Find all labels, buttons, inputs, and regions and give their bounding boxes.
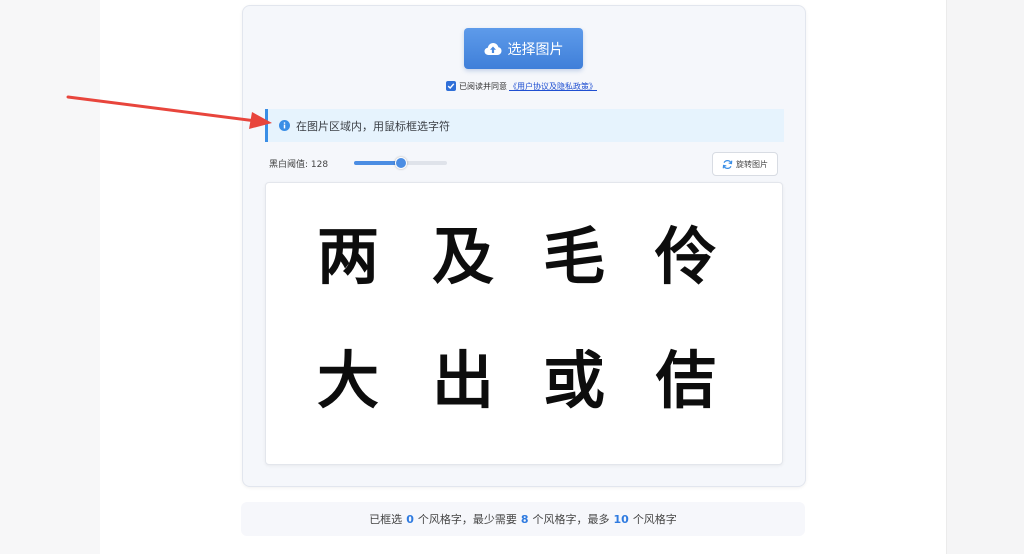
agreement-checkbox[interactable] bbox=[446, 81, 456, 91]
page: 选择图片 已阅读并同意 《用户协议及隐私政策》 在图片区域内，用鼠标框选字符 黑… bbox=[0, 0, 1024, 554]
upload-card: 选择图片 已阅读并同意 《用户协议及隐私政策》 在图片区域内，用鼠标框选字符 黑… bbox=[242, 5, 806, 487]
tip-bar: 在图片区域内，用鼠标框选字符 bbox=[265, 109, 784, 142]
agreement-text: 已阅读并同意 bbox=[459, 81, 507, 91]
right-margin bbox=[946, 0, 1024, 554]
character-glyph: 或 bbox=[542, 344, 605, 417]
min-count: 8 bbox=[520, 512, 529, 526]
character-glyph: 佶 bbox=[654, 344, 717, 417]
status-text: 个风格字 bbox=[632, 513, 677, 526]
character-glyph: 伶 bbox=[654, 220, 717, 293]
select-image-label: 选择图片 bbox=[507, 41, 564, 58]
character-glyph: 两 bbox=[316, 220, 379, 293]
agreement-link[interactable]: 《用户协议及隐私政策》 bbox=[509, 81, 597, 92]
agreement-row: 已阅读并同意 《用户协议及隐私政策》 bbox=[446, 79, 597, 93]
left-margin bbox=[0, 0, 100, 554]
character-glyph: 及 bbox=[431, 220, 494, 293]
character-glyph: 出 bbox=[431, 344, 494, 417]
check-icon bbox=[447, 83, 455, 90]
selected-count: 0 bbox=[406, 512, 414, 526]
slider-handle[interactable] bbox=[394, 157, 407, 169]
status-text: 个风格字，最多 bbox=[532, 513, 610, 526]
slider-fill bbox=[354, 161, 401, 165]
tip-text: 在图片区域内，用鼠标框选字符 bbox=[296, 119, 450, 133]
cloud-upload-icon bbox=[484, 42, 501, 55]
character-glyph: 毛 bbox=[542, 220, 605, 293]
selection-status: 已框选 0 个风格字，最少需要 8 个风格字，最多 10 个风格字 bbox=[241, 502, 805, 536]
rotate-image-label: 旋转图片 bbox=[736, 159, 768, 169]
rotate-icon bbox=[722, 159, 733, 169]
character-glyph: 大 bbox=[316, 344, 379, 417]
status-text: 个风格字，最少需要 bbox=[417, 513, 517, 526]
image-canvas[interactable]: 两 及 毛 伶 大 出 或 佶 bbox=[265, 182, 783, 465]
threshold-label: 黑白阈值: 128 bbox=[269, 160, 329, 170]
rotate-image-button[interactable]: 旋转图片 bbox=[712, 152, 778, 176]
threshold-slider[interactable] bbox=[354, 157, 447, 169]
max-count: 10 bbox=[613, 512, 629, 526]
status-text: 已框选 bbox=[369, 513, 403, 526]
info-icon bbox=[279, 120, 290, 131]
select-image-button[interactable]: 选择图片 bbox=[464, 28, 583, 69]
